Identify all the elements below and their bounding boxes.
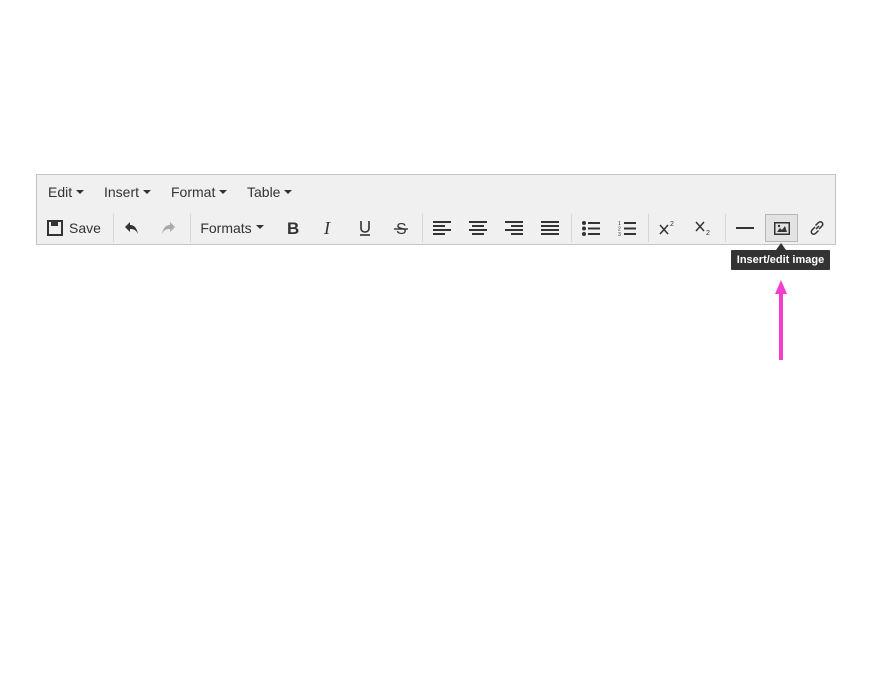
chevron-down-icon xyxy=(76,190,85,195)
chevron-down-icon xyxy=(219,190,228,195)
redo-button[interactable] xyxy=(153,214,183,242)
editor-chrome: Edit Insert Format Table Save Formats B … xyxy=(36,174,836,245)
menu-insert[interactable]: Insert xyxy=(104,184,152,200)
svg-text:2: 2 xyxy=(706,230,710,236)
toolbar-separator xyxy=(422,214,423,242)
align-center-icon xyxy=(469,221,487,235)
chevron-down-icon xyxy=(143,190,152,195)
arrow-up-icon xyxy=(775,280,787,360)
align-right-icon xyxy=(505,221,523,235)
link-button[interactable] xyxy=(802,214,832,242)
menu-table-label: Table xyxy=(247,184,281,200)
toolbar-separator xyxy=(571,214,572,242)
menu-format[interactable]: Format xyxy=(171,184,228,200)
menubar: Edit Insert Format Table xyxy=(37,175,835,210)
formats-label: Formats xyxy=(200,220,252,236)
svg-text:B: B xyxy=(287,220,299,236)
align-center-button[interactable] xyxy=(463,214,493,242)
menu-format-label: Format xyxy=(171,184,216,200)
align-justify-button[interactable] xyxy=(535,214,565,242)
toolbar: Save Formats B I S 1 2 3 2 2 xyxy=(37,210,835,245)
subscript-button[interactable]: 2 xyxy=(689,214,719,242)
menu-table[interactable]: Table xyxy=(247,184,293,200)
formats-dropdown[interactable]: Formats xyxy=(195,214,269,242)
align-justify-icon xyxy=(541,221,559,235)
toolbar-separator xyxy=(725,214,726,242)
svg-text:2: 2 xyxy=(670,221,674,228)
toolbar-separator xyxy=(113,214,114,242)
align-left-icon xyxy=(433,221,451,235)
chevron-down-icon xyxy=(284,190,293,195)
underline-button[interactable] xyxy=(350,214,380,242)
subscript-icon: 2 xyxy=(695,221,710,236)
insert-image-button[interactable] xyxy=(765,214,798,242)
underline-icon xyxy=(360,221,370,236)
undo-button[interactable] xyxy=(117,214,147,242)
tooltip-text: Insert/edit image xyxy=(736,254,825,266)
undo-icon xyxy=(125,222,138,234)
image-icon xyxy=(773,221,790,235)
tooltip: Insert/edit image xyxy=(731,250,830,270)
menu-insert-label: Insert xyxy=(104,184,140,200)
save-button[interactable]: Save xyxy=(43,214,105,242)
save-label: Save xyxy=(69,220,101,236)
chevron-down-icon xyxy=(255,225,264,229)
bullet-list-button[interactable] xyxy=(576,214,606,242)
numbered-list-button[interactable]: 1 2 3 xyxy=(612,214,642,242)
menu-edit[interactable]: Edit xyxy=(48,184,85,200)
align-left-button[interactable] xyxy=(427,214,457,242)
link-icon xyxy=(810,221,824,235)
annotation-arrow xyxy=(775,280,787,360)
bullet-list-icon xyxy=(582,220,600,236)
toolbar-separator xyxy=(190,214,191,242)
save-icon xyxy=(47,220,64,236)
strikethrough-button[interactable]: S xyxy=(386,214,416,242)
superscript-icon: 2 xyxy=(659,221,674,235)
toolbar-separator xyxy=(648,214,649,242)
horizontal-rule-button[interactable] xyxy=(730,214,760,242)
bold-button[interactable]: B xyxy=(278,214,308,242)
align-right-button[interactable] xyxy=(499,214,529,242)
menu-edit-label: Edit xyxy=(48,184,73,200)
horizontal-rule-icon xyxy=(736,227,754,229)
svg-text:3: 3 xyxy=(618,232,621,236)
italic-icon: I xyxy=(323,220,331,236)
svg-text:I: I xyxy=(323,220,331,236)
bold-icon: B xyxy=(287,220,299,236)
tooltip-pointer xyxy=(776,243,786,250)
italic-button[interactable]: I xyxy=(314,214,344,242)
numbered-list-icon: 1 2 3 xyxy=(618,221,636,236)
strikethrough-icon: S xyxy=(394,221,408,236)
superscript-button[interactable]: 2 xyxy=(653,214,683,242)
redo-icon xyxy=(162,222,175,234)
